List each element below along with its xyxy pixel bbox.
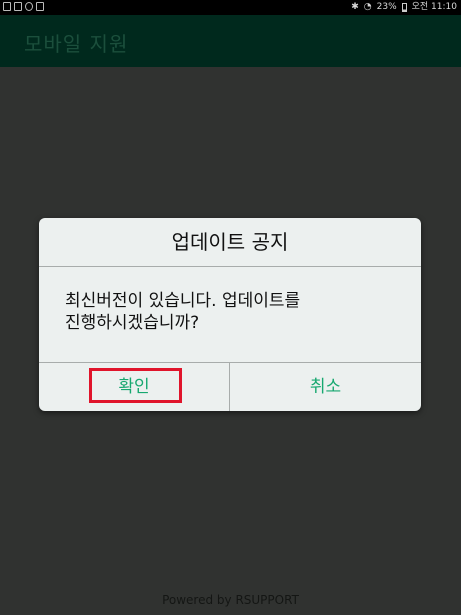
wifi-icon: ◔ xyxy=(363,2,372,12)
battery-percent: 23% xyxy=(376,2,397,12)
status-bar: ✱ ◔ 23% 오전 11:10 xyxy=(0,0,461,15)
image-icon xyxy=(14,2,22,11)
bluetooth-icon: ✱ xyxy=(351,2,359,12)
cancel-button[interactable]: 취소 xyxy=(230,363,421,411)
battery-icon xyxy=(401,3,407,12)
dialog-message-line1: 최신버전이 있습니다. 업데이트를 xyxy=(65,291,301,311)
update-dialog: 업데이트 공지 최신버전이 있습니다. 업데이트를 진행하시겠습니까? 확인 취… xyxy=(39,218,421,411)
sync-icon xyxy=(25,2,33,11)
app-title: 모바일 지원 xyxy=(24,32,129,56)
dialog-message: 최신버전이 있습니다. 업데이트를 진행하시겠습니까? xyxy=(65,290,395,334)
sim-icon xyxy=(3,2,11,11)
app-bar: 모바일 지원 xyxy=(0,15,461,67)
calendar-icon xyxy=(36,2,44,11)
dialog-title: 업데이트 공지 xyxy=(171,230,289,254)
powered-by-footer: Powered by RSUPPORT xyxy=(162,593,299,607)
confirm-button[interactable]: 확인 xyxy=(39,363,229,411)
dialog-message-line2: 진행하시겠습니까? xyxy=(65,313,200,333)
status-bar-left xyxy=(3,2,44,11)
title-divider xyxy=(39,266,421,267)
status-bar-right: ✱ ◔ 23% 오전 11:10 xyxy=(351,1,457,14)
clock: 오전 11:10 xyxy=(411,2,457,12)
